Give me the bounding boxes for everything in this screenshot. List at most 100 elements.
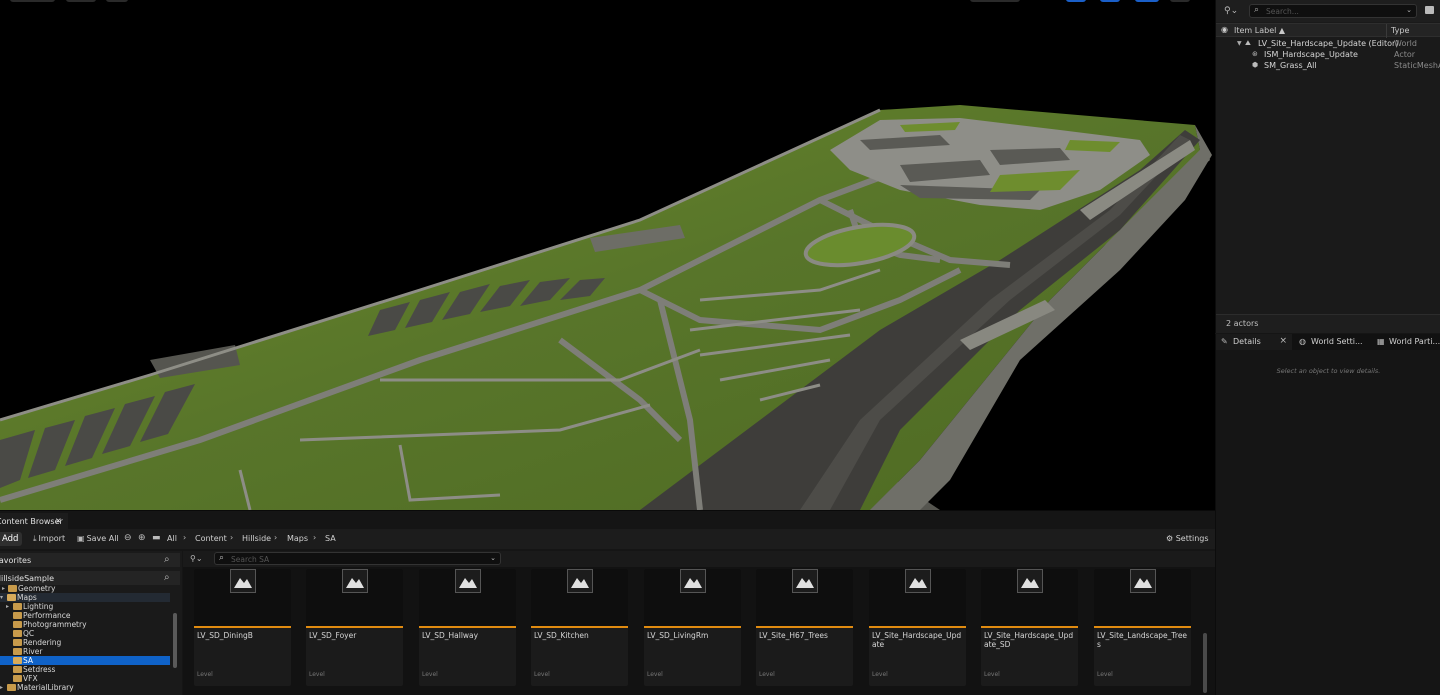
actor-icon: ⊛ [1252,50,1258,58]
tree-scrollbar[interactable] [173,613,177,668]
search-icon[interactable]: ⌕ [164,554,170,565]
close-icon[interactable]: × [1279,336,1287,346]
breadcrumb-chevron-icon[interactable]: › [313,533,316,542]
asset-thumbnail [419,569,516,627]
tree-folder-rendering[interactable]: Rendering [0,638,170,647]
chevron-down-icon[interactable]: ⌄ [1406,6,1412,14]
type-column-header[interactable]: Type [1391,26,1409,35]
asset-tile[interactable]: LV_Site_Landscape_Trees Level [1094,569,1191,686]
asset-tile[interactable]: LV_SD_LivingRm Level [644,569,741,686]
chevron-down-icon[interactable]: ⌄ [490,554,496,562]
breadcrumb-chevron-icon[interactable]: › [230,533,233,542]
actor-count: 2 actors [1226,319,1259,328]
collapse-arrow-icon[interactable]: ▾ [0,594,3,601]
asset-tile[interactable]: LV_SD_DiningB Level [194,569,291,686]
asset-name: LV_SD_Kitchen [534,631,589,640]
collapse-arrow-icon[interactable]: ▼ [1237,40,1242,47]
asset-view-scrollbar[interactable] [1203,633,1207,693]
tree-folder-lighting[interactable]: ▸ Lighting [0,602,170,611]
save-icon[interactable] [1425,6,1434,14]
save-icon: ▣ [77,534,85,543]
tree-folder-photogrammetry[interactable]: Photogrammetry [0,620,170,629]
item-label-column-header[interactable]: Item Label ▲ [1234,26,1285,35]
pencil-icon: ✎ [1221,337,1228,346]
tree-folder-river[interactable]: River [0,647,170,656]
tree-folder-maps[interactable]: ▾ Maps [0,593,170,602]
tree-folder-qc[interactable]: QC [0,629,170,638]
asset-tile[interactable]: LV_Site_Hardscape_Update Level [869,569,966,686]
outliner-row-actor[interactable]: ⊛ ISM_Hardscape_Update Actor [1216,49,1440,60]
filter-icon[interactable]: ⚲⌄ [1224,6,1238,16]
import-button[interactable]: ⤓ Import [33,534,65,544]
folder-icon[interactable]: ▬ [152,533,161,543]
open-folder-icon [13,657,22,664]
tab-world-settings[interactable]: ◍ World Setti... [1294,334,1372,350]
asset-type: Level [197,671,213,678]
tab-world-partition[interactable]: ▦ World Parti... [1372,334,1440,350]
column-separator[interactable] [1386,24,1387,38]
tree-folder-sa[interactable]: SA [0,656,170,665]
asset-tile[interactable]: LV_SD_Hallway Level [419,569,516,686]
tab-details[interactable]: ✎ Details × [1216,334,1292,350]
tab-content-browser[interactable]: Content Browser × [0,513,68,529]
asset-type-color-bar [869,626,966,628]
visibility-eye-icon[interactable]: ◉ [1221,25,1228,34]
add-button[interactable]: Add [0,532,22,546]
asset-type: Level [984,671,1000,678]
expand-arrow-icon[interactable]: ▸ [2,585,5,592]
asset-tile[interactable]: LV_Site_H67_Trees Level [756,569,853,686]
asset-thumbnail [869,569,966,627]
details-panel: ✎ Details × ◍ World Setti... ▦ World Par… [1215,334,1440,695]
outliner-search-input[interactable]: ⌕ Search... ⌄ [1249,4,1417,18]
outliner-row-static-mesh[interactable]: ⬢ SM_Grass_All StaticMeshAc [1216,60,1440,71]
tree-folder-setdress[interactable]: Setdress [0,665,170,674]
asset-tile[interactable]: LV_Site_Hardscape_Update_SD Level [981,569,1078,686]
content-browser-panel: Content Browser × Add ⤓ Import ▣ Save All … [0,510,1215,695]
level-viewport[interactable] [0,0,1215,510]
level-icon [230,569,256,593]
asset-tile[interactable]: LV_SD_Kitchen Level [531,569,628,686]
settings-button[interactable]: ⚙ Settings [1166,534,1209,543]
asset-view: ⚲⌄ ⌕ Search SA ⌄ LV_SD_DiningB Level LV_… [183,551,1215,695]
save-all-button[interactable]: ▣ Save All [77,534,119,543]
outliner-footer: 2 actors [1216,314,1440,333]
level-icon [342,569,368,593]
project-header[interactable]: HillsideSample ⌕ [0,571,180,585]
level-icon [905,569,931,593]
close-icon[interactable]: × [55,516,62,525]
tree-folder-materiallibrary[interactable]: ▸ MaterialLibrary [0,683,170,692]
asset-tile[interactable]: LV_SD_Foyer Level [306,569,403,686]
content-browser-toolbar: Add ⤓ Import ▣ Save All ⊖ ⊕ ▬ All › Conten… [0,529,1215,549]
tree-folder-vfx[interactable]: VFX [0,674,170,683]
outliner-toolbar: ⚲⌄ ⌕ Search... ⌄ [1216,0,1440,22]
history-back-icon[interactable]: ⊖ [124,533,132,543]
breadcrumb-maps[interactable]: Maps [287,534,308,543]
breadcrumb-all[interactable]: All [167,534,177,543]
breadcrumb-hillside[interactable]: Hillside [242,534,271,543]
filter-icon[interactable]: ⚲⌄ [190,554,203,563]
asset-thumbnail [981,569,1078,627]
breadcrumb-chevron-icon[interactable]: › [183,533,186,542]
asset-name: LV_Site_Hardscape_Update [872,631,962,649]
breadcrumb-content[interactable]: Content [195,534,227,543]
asset-type-color-bar [981,626,1078,628]
asset-name: LV_SD_Foyer [309,631,357,640]
expand-arrow-icon[interactable]: ▸ [0,684,3,691]
folder-icon [13,648,22,655]
tree-folder-geometry[interactable]: ▸ Geometry [0,584,170,593]
asset-type: Level [422,671,438,678]
details-empty-message: Select an object to view details. [1276,367,1381,375]
breadcrumb-chevron-icon[interactable]: › [274,533,277,542]
folder-icon [13,666,22,673]
expand-arrow-icon[interactable]: ▸ [6,603,9,610]
favorites-header[interactable]: Favorites ⌕ [0,553,180,567]
grid-icon: ▦ [1377,337,1385,346]
tree-folder-performance[interactable]: Performance [0,611,170,620]
search-icon[interactable]: ⌕ [164,572,170,583]
asset-search-input[interactable]: ⌕ Search SA ⌄ [214,552,501,565]
history-forward-icon[interactable]: ⊕ [138,533,146,543]
asset-name: LV_SD_Hallway [422,631,479,640]
search-icon: ⌕ [219,553,225,563]
outliner-row-world[interactable]: ▼ ⛰ LV_Site_Hardscape_Update (Editor) Wo… [1216,38,1440,49]
breadcrumb-sa[interactable]: SA [325,534,336,543]
